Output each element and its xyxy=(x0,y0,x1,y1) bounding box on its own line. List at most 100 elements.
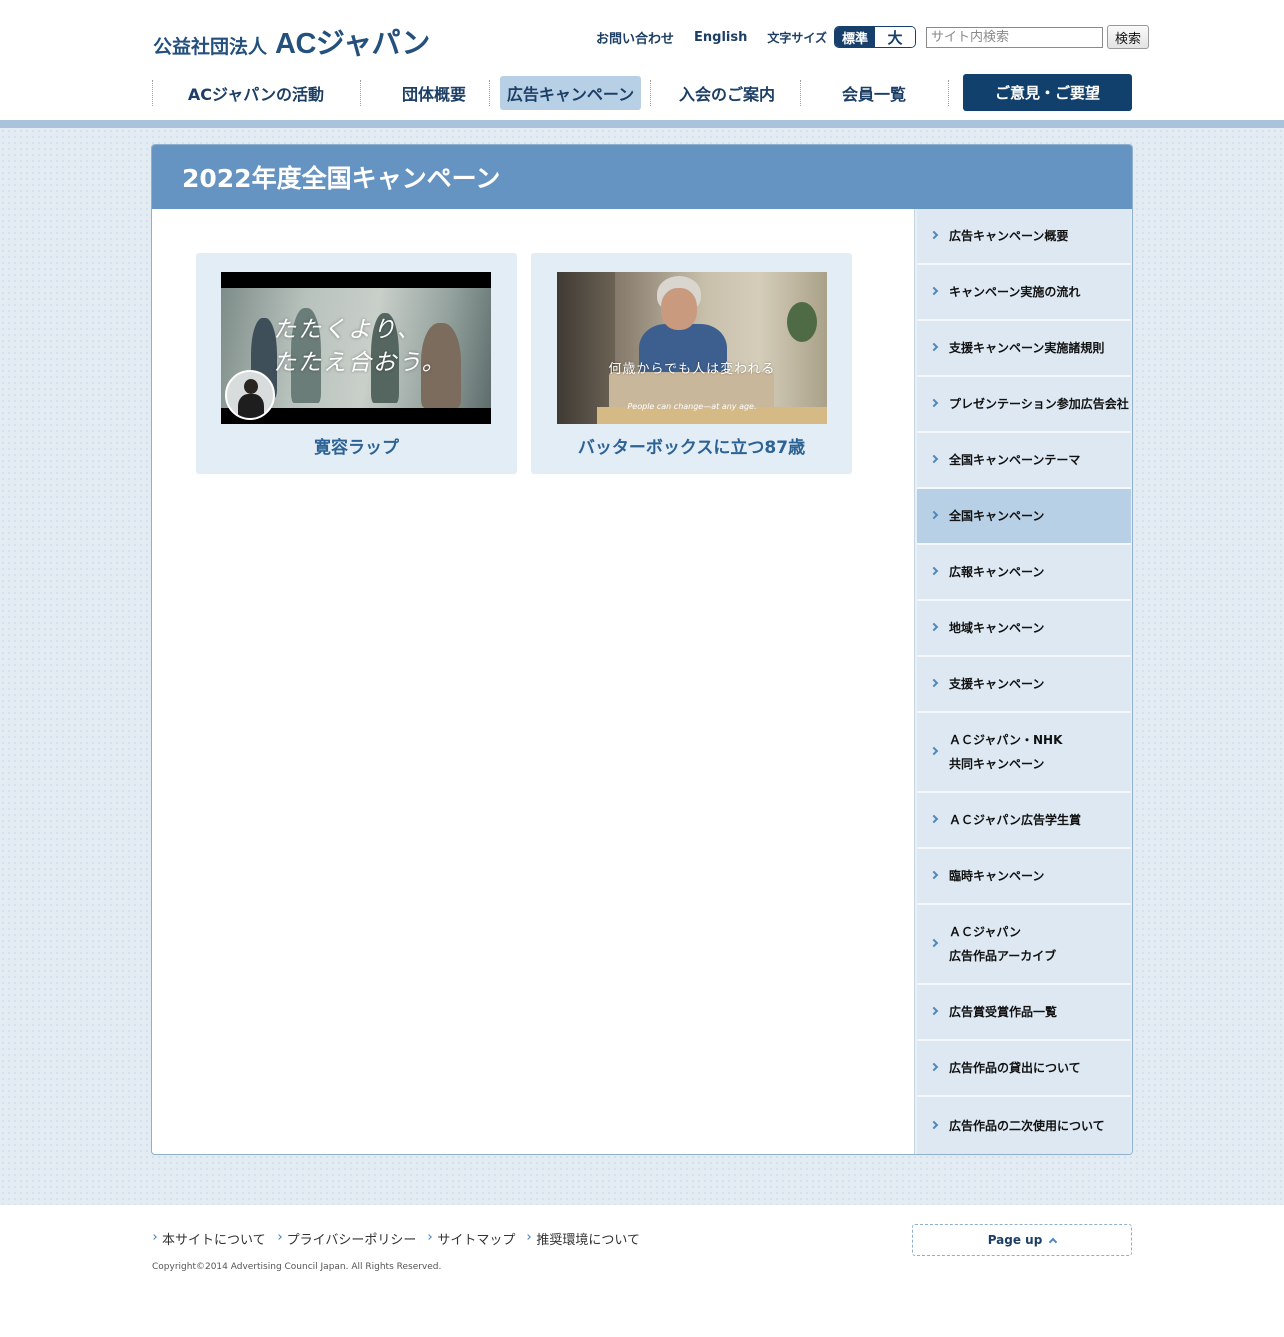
side-item-label: 全国キャンペーンテーマ xyxy=(949,453,1081,467)
chevron-right-icon xyxy=(929,398,939,408)
font-size-standard-button[interactable]: 標準 xyxy=(835,27,876,47)
chevron-right-icon xyxy=(151,1234,157,1240)
side-item-label: 広告賞受賞作品一覧 xyxy=(949,1005,1058,1019)
side-item-label: キャンペーン実施の流れ xyxy=(949,285,1081,299)
side-item-national-campaign[interactable]: 全国キャンペーン xyxy=(917,489,1131,545)
chevron-right-icon xyxy=(929,230,939,240)
nav-divider xyxy=(650,80,651,106)
chevron-right-icon xyxy=(275,1234,282,1240)
search-button[interactable]: 検索 xyxy=(1107,25,1150,49)
side-item-secondary-use[interactable]: 広告作品の二次使用について xyxy=(917,1097,1131,1154)
sign-language-interpreter-icon xyxy=(225,370,275,420)
side-item-award-winners[interactable]: 広告賞受賞作品一覧 xyxy=(917,985,1131,1041)
chevron-right-icon xyxy=(929,814,939,824)
chevron-right-icon xyxy=(929,286,939,296)
feedback-button[interactable]: ご意見・ご要望 xyxy=(963,74,1132,111)
campaign-thumbnail[interactable]: たたくより、 たたえ合おう。 xyxy=(221,272,491,424)
chevron-right-icon xyxy=(929,1120,939,1130)
logo-big-text: ACジャパン xyxy=(275,28,430,60)
nav-item-membership[interactable]: 入会のご案内 xyxy=(662,76,792,110)
footer-link-sitemap[interactable]: サイトマップ xyxy=(426,1229,516,1248)
side-item-label: 支援キャンペーン実施諸規則 xyxy=(949,341,1105,355)
chevron-right-icon xyxy=(929,342,939,352)
side-nav: 広告キャンペーン概要 キャンペーン実施の流れ 支援キャンペーン実施諸規則 プレゼ… xyxy=(914,209,1132,1154)
nav-item-campaigns[interactable]: 広告キャンペーン xyxy=(500,76,641,110)
campaign-thumbnail[interactable]: 何歳からでも人は変われる People can change—at any ag… xyxy=(557,272,827,424)
side-item-pr-campaign[interactable]: 広報キャンペーン xyxy=(917,545,1131,601)
side-item-label: 地域キャンペーン xyxy=(949,621,1045,635)
copyright-text: Copyright©2014 Advertising Council Japan… xyxy=(152,1262,442,1272)
chevron-up-icon xyxy=(1049,1237,1058,1247)
side-item-student-award[interactable]: ＡＣジャパン広告学生賞 xyxy=(917,793,1131,849)
page-up-button[interactable]: Page up xyxy=(912,1224,1132,1256)
site-footer: 本サイトについて プライバシーポリシー サイトマップ 推奨環境について Copy… xyxy=(0,1205,1284,1337)
side-item-label: ＡＣジャパン・NHK 共同キャンペーン xyxy=(949,733,1063,771)
side-item-temporary-campaign[interactable]: 臨時キャンペーン xyxy=(917,849,1131,905)
side-item-ad-archive[interactable]: ＡＣジャパン 広告作品アーカイブ xyxy=(917,905,1131,985)
footer-link-label: プライバシーポリシー xyxy=(286,1233,417,1248)
side-item-label: 臨時キャンペーン xyxy=(949,869,1045,883)
site-logo[interactable]: 公益社団法人 ACジャパン xyxy=(153,20,430,62)
footer-link-label: サイトマップ xyxy=(437,1233,516,1248)
side-item-label: 広告キャンペーン概要 xyxy=(949,229,1069,243)
page-title-bar: 2022年度全国キャンペーン xyxy=(152,145,1132,209)
chevron-right-icon xyxy=(525,1234,532,1240)
side-item-label: ＡＣジャパン 広告作品アーカイブ xyxy=(949,925,1057,963)
font-size-label: 文字サイズ xyxy=(767,30,828,45)
side-item-nhk-joint-campaign[interactable]: ＡＣジャパン・NHK 共同キャンペーン xyxy=(917,713,1131,793)
chevron-right-icon xyxy=(929,510,939,520)
footer-links: 本サイトについて プライバシーポリシー サイトマップ 推奨環境について xyxy=(151,1229,651,1248)
nav-divider xyxy=(152,80,153,106)
content-panel: 2022年度全国キャンペーン たたくより、 たたえ合おう。 寛容ラップ 何歳から… xyxy=(151,144,1133,1155)
utility-bar: お問い合わせ English 文字サイズ 標準 大 検索 xyxy=(596,25,1150,49)
font-size-large-button[interactable]: 大 xyxy=(875,27,916,47)
side-item-label: 広報キャンペーン xyxy=(949,565,1045,579)
side-item-label: 全国キャンペーン xyxy=(949,509,1045,523)
global-nav: ACジャパンの活動 団体概要 広告キャンペーン 入会のご案内 会員一覧 ご意見・… xyxy=(152,74,1132,112)
page-title: 2022年度全国キャンペーン xyxy=(182,164,501,193)
nav-item-activities[interactable]: ACジャパンの活動 xyxy=(166,76,346,110)
chevron-right-icon xyxy=(929,870,939,880)
footer-link-about[interactable]: 本サイトについて xyxy=(151,1229,266,1248)
chevron-right-icon xyxy=(929,622,939,632)
chevron-right-icon xyxy=(929,746,939,756)
footer-link-label: 推奨環境について xyxy=(536,1233,641,1248)
contact-link[interactable]: お問い合わせ xyxy=(596,28,674,47)
chevron-right-icon xyxy=(929,938,939,948)
campaign-card-title[interactable]: 寛容ラップ xyxy=(196,433,517,458)
chevron-right-icon xyxy=(929,566,939,576)
side-item-campaign-flow[interactable]: キャンペーン実施の流れ xyxy=(917,265,1131,321)
side-item-campaign-overview[interactable]: 広告キャンペーン概要 xyxy=(917,209,1131,265)
side-item-support-campaign[interactable]: 支援キャンペーン xyxy=(917,657,1131,713)
chevron-right-icon xyxy=(929,454,939,464)
logo-small-text: 公益社団法人 xyxy=(153,36,268,58)
header-divider-bar xyxy=(0,120,1284,128)
english-link[interactable]: English xyxy=(694,30,747,45)
side-item-ad-lending[interactable]: 広告作品の貸出について xyxy=(917,1041,1131,1097)
site-search-input[interactable] xyxy=(926,26,1104,48)
campaign-card-title[interactable]: バッターボックスに立つ87歳 xyxy=(531,433,852,458)
side-item-national-themes[interactable]: 全国キャンペーンテーマ xyxy=(917,433,1131,489)
nav-item-members[interactable]: 会員一覧 xyxy=(814,76,934,110)
side-item-presentation-agencies[interactable]: プレゼンテーション参加広告会社 xyxy=(917,377,1131,433)
footer-link-privacy[interactable]: プライバシーポリシー xyxy=(275,1229,417,1248)
thumbnail-subcaption: People can change—at any age. xyxy=(627,402,757,411)
thumbnail-caption: 何歳からでも人は変われる xyxy=(608,362,776,377)
site-header: 公益社団法人 ACジャパン お問い合わせ English 文字サイズ 標準 大 … xyxy=(0,0,1284,120)
nav-divider xyxy=(948,80,949,106)
side-item-support-rules[interactable]: 支援キャンペーン実施諸規則 xyxy=(917,321,1131,377)
nav-item-organization[interactable]: 団体概要 xyxy=(374,76,494,110)
chevron-right-icon xyxy=(929,1006,939,1016)
page-up-label: Page up xyxy=(987,1233,1043,1247)
side-item-regional-campaign[interactable]: 地域キャンペーン xyxy=(917,601,1131,657)
campaign-card[interactable]: 何歳からでも人は変われる People can change—at any ag… xyxy=(531,253,852,474)
campaign-card[interactable]: たたくより、 たたえ合おう。 寛容ラップ xyxy=(196,253,517,474)
side-item-label: 広告作品の二次使用について xyxy=(949,1119,1105,1133)
chevron-right-icon xyxy=(929,678,939,688)
side-item-label: ＡＣジャパン広告学生賞 xyxy=(949,813,1082,827)
nav-divider xyxy=(360,80,361,106)
footer-link-environment[interactable]: 推奨環境について xyxy=(525,1229,641,1248)
nav-divider xyxy=(800,80,801,106)
chevron-right-icon xyxy=(426,1234,433,1240)
font-size-toggle: 標準 大 xyxy=(834,26,917,48)
